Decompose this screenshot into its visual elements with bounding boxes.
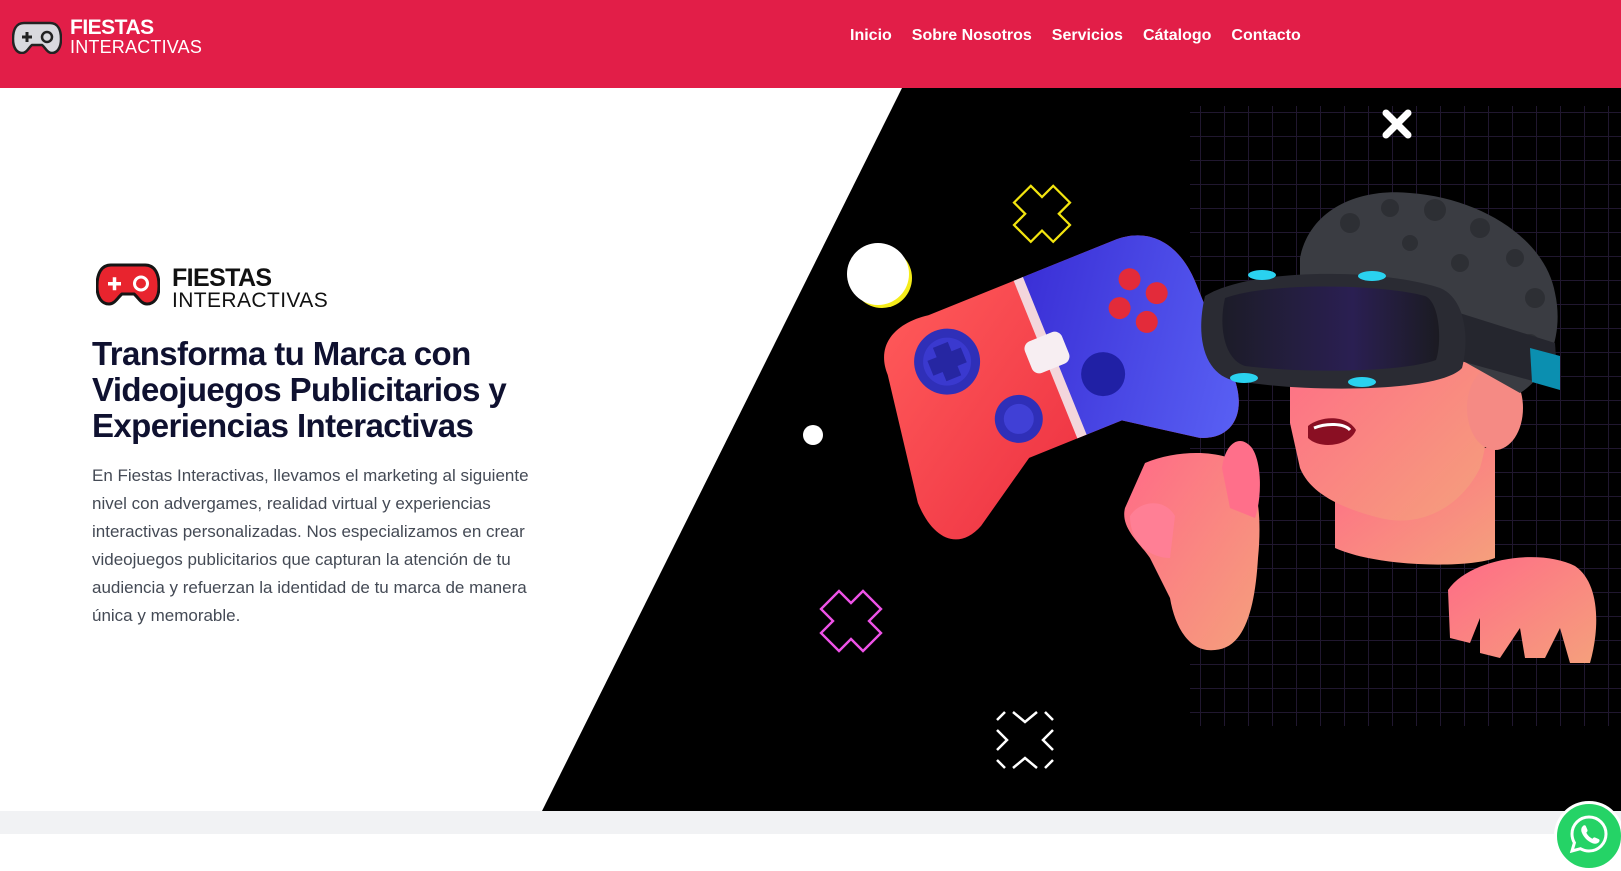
hero-brand-subtitle: INTERACTIVAS (172, 289, 329, 312)
deco-white-circle (847, 243, 909, 305)
header-logo-title: FIESTAS (70, 16, 154, 39)
whatsapp-icon (1569, 815, 1608, 854)
header-logo[interactable]: FIESTAS INTERACTIVAS (12, 15, 222, 59)
hero-brand-logo: FIESTAS INTERACTIVAS (96, 260, 336, 312)
whatsapp-button[interactable] (1554, 801, 1621, 871)
next-section-edge (0, 811, 1621, 834)
main-nav: Inicio Sobre Nosotros Servicios Cátalogo… (850, 24, 1321, 48)
hero-description: En Fiestas Interactivas, llevamos el mar… (92, 466, 529, 625)
hero-section: FIESTAS INTERACTIVAS Transforma tu Marca… (0, 88, 1621, 811)
gamepad-icon (96, 263, 160, 306)
nav-servicios[interactable]: Servicios (1052, 24, 1123, 48)
gamepad-icon (12, 21, 62, 54)
nav-contacto[interactable]: Contacto (1231, 24, 1300, 48)
hero-brand-title: FIESTAS (172, 264, 272, 292)
nav-inicio[interactable]: Inicio (850, 24, 892, 48)
deco-white-dot (803, 425, 823, 445)
vr-gamer-illustration (542, 88, 1621, 811)
nav-catalogo[interactable]: Cátalogo (1143, 24, 1211, 48)
nav-sobre-nosotros[interactable]: Sobre Nosotros (912, 24, 1032, 48)
hero-title: Transforma tu Marca con Videojuegos Publ… (92, 335, 507, 444)
header-logo-subtitle: INTERACTIVAS (70, 37, 203, 57)
site-header: FIESTAS INTERACTIVAS Inicio Sobre Nosotr… (0, 0, 1621, 88)
